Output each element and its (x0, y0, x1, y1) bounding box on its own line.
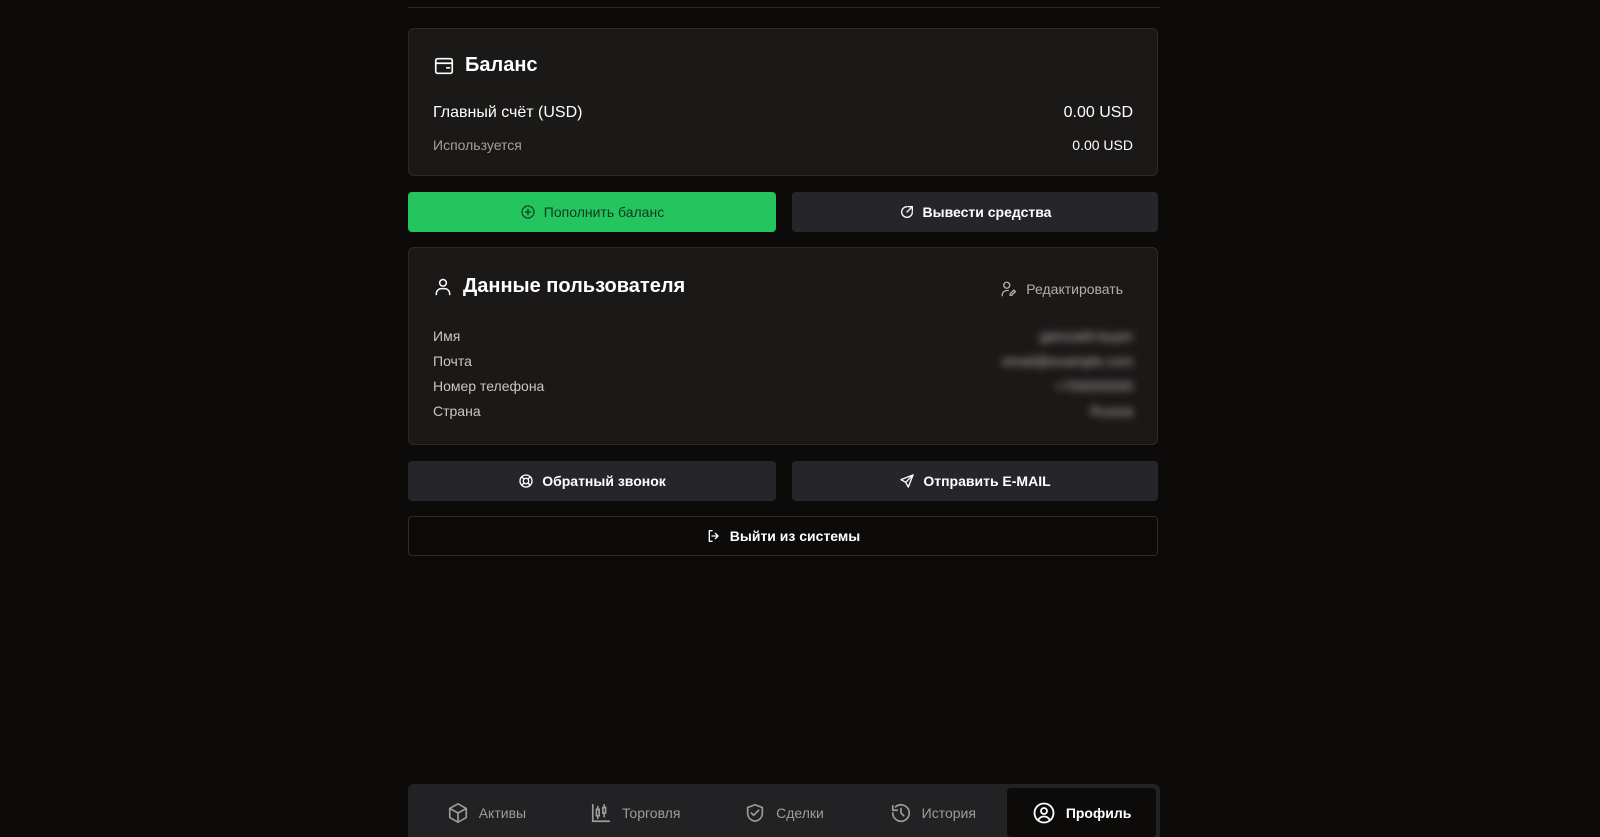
user-edit-icon (1000, 280, 1018, 298)
bottom-nav: Активы Торговля Сделки История Профиль (408, 784, 1160, 837)
field-country-label: Страна (433, 403, 481, 419)
top-divider (408, 7, 1160, 8)
nav-item-assets[interactable]: Активы (412, 788, 561, 837)
nav-item-deals[interactable]: Сделки (710, 788, 859, 837)
nav-item-profile[interactable]: Профиль (1007, 788, 1156, 837)
nav-item-history[interactable]: История (858, 788, 1007, 837)
field-name-label: Имя (433, 328, 461, 344)
used-value: 0.00 USD (1072, 137, 1133, 153)
nav-label-assets: Активы (478, 804, 527, 821)
logout-button[interactable]: Выйти из системы (408, 516, 1158, 556)
field-country-value: Russia (1090, 403, 1133, 419)
send-email-label: Отправить E-MAIL (923, 473, 1051, 489)
callback-label: Обратный звонок (542, 473, 666, 489)
field-phone-label: Номер телефона (433, 378, 545, 394)
field-phone: Номер телефона +700000000 (433, 378, 1133, 394)
user-data-title-text: Данные пользователя (463, 275, 686, 297)
deposit-button[interactable]: Пополнить баланс (408, 192, 776, 232)
handshake-icon (744, 802, 766, 824)
arrow-out-circle-icon (899, 204, 915, 220)
field-email-label: Почта (433, 353, 472, 369)
send-icon (899, 473, 915, 489)
logout-label: Выйти из системы (729, 528, 861, 544)
edit-label: Редактировать (1026, 281, 1123, 297)
field-phone-value: +700000000 (1054, 378, 1133, 394)
main-account-label: Главный счёт (USD) (433, 104, 583, 121)
used-row: Используется 0.00 USD (433, 137, 1133, 153)
field-country: Страна Russia (433, 403, 1133, 419)
lifebuoy-icon (518, 473, 534, 489)
cube-icon (447, 802, 469, 824)
used-label: Используется (433, 137, 522, 153)
history-icon (890, 802, 912, 824)
field-email-value: email@example.com (1002, 353, 1133, 369)
withdraw-label: Вывести средства (922, 204, 1052, 220)
send-email-button[interactable]: Отправить E-MAIL (792, 461, 1158, 501)
nav-label-profile: Профиль (1065, 804, 1132, 821)
user-data-title: Данные пользователя (433, 275, 685, 298)
user-data-card: Данные пользователя Редактировать Имя ga… (408, 247, 1158, 445)
balance-title-text: Баланс (465, 54, 538, 76)
field-email: Почта email@example.com (433, 353, 1133, 369)
nav-label-trade: Торговля (621, 804, 681, 821)
edit-profile-link[interactable]: Редактировать (1000, 280, 1123, 298)
withdraw-button[interactable]: Вывести средства (792, 192, 1158, 232)
profile-page: Баланс Главный счёт (USD) 0.00 USD Испол… (0, 0, 1600, 837)
main-account-value: 0.00 USD (1063, 104, 1133, 121)
callback-button[interactable]: Обратный звонок (408, 461, 776, 501)
field-name: Имя gamzat9-buyer (433, 328, 1133, 344)
nav-label-history: История (921, 804, 976, 821)
user-circle-icon (1032, 801, 1056, 825)
wallet-icon (433, 55, 455, 77)
candles-icon (590, 802, 612, 824)
nav-label-deals: Сделки (776, 804, 824, 821)
balance-card: Баланс Главный счёт (USD) 0.00 USD Испол… (408, 28, 1158, 176)
field-name-value: gamzat9-buyer (1039, 328, 1133, 344)
user-icon (433, 276, 453, 298)
plus-circle-icon (520, 204, 536, 220)
logout-icon (706, 528, 722, 544)
main-account-row: Главный счёт (USD) 0.00 USD (433, 104, 1133, 122)
deposit-label: Пополнить баланс (543, 204, 665, 220)
nav-item-trade[interactable]: Торговля (561, 788, 710, 837)
balance-title: Баланс (433, 54, 538, 77)
